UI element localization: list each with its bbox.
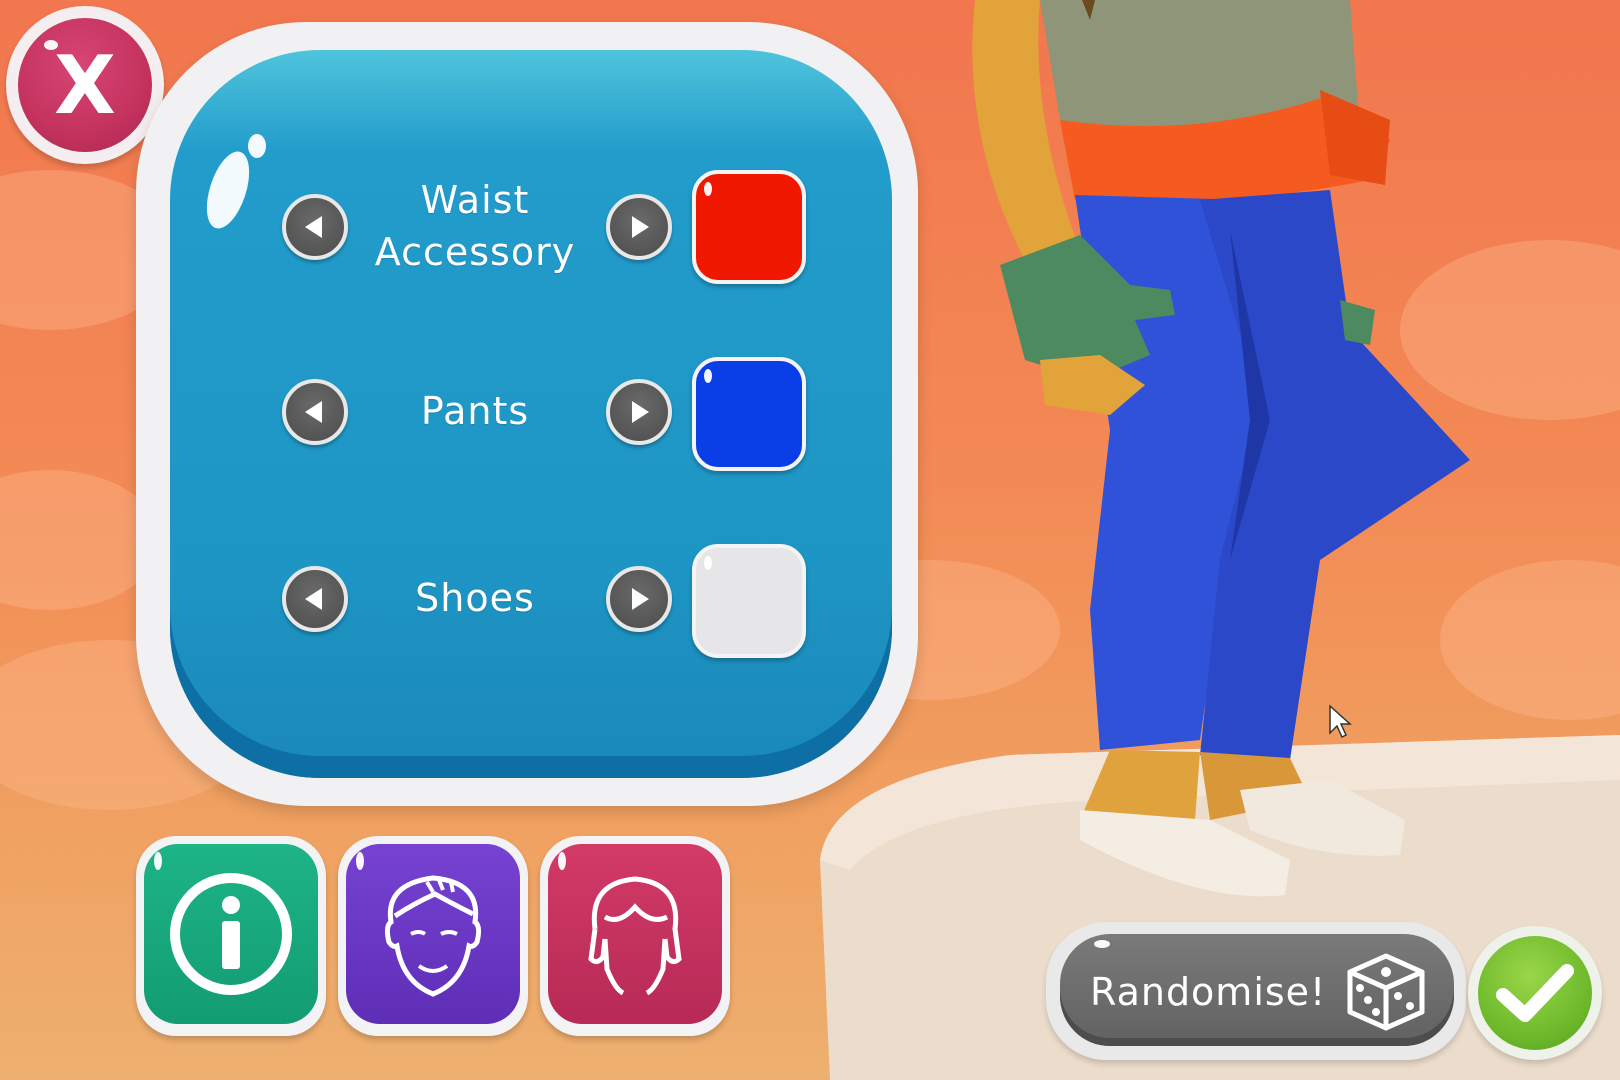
option-row-pants: Pants xyxy=(280,355,820,475)
pants-color-swatch[interactable] xyxy=(692,357,806,471)
hair-tab-button[interactable] xyxy=(540,836,730,1036)
option-label-line1: Waist xyxy=(420,178,530,222)
close-button-face[interactable]: X xyxy=(18,18,152,152)
arrow-left-icon xyxy=(305,588,322,610)
hair-tab-face[interactable] xyxy=(548,844,722,1024)
dice-icon xyxy=(1347,953,1425,1031)
close-icon: X xyxy=(54,38,116,132)
arrow-right-icon xyxy=(632,588,649,610)
shine-highlight xyxy=(1094,940,1110,948)
shine-highlight xyxy=(356,852,364,870)
shine-highlight xyxy=(558,852,566,870)
face-tab-face[interactable] xyxy=(346,844,520,1024)
arrow-left-icon xyxy=(305,216,322,238)
option-label-line2: Accessory xyxy=(374,230,576,274)
option-label: Waist Accessory xyxy=(360,174,590,278)
arrow-left-icon xyxy=(305,401,322,423)
close-button[interactable]: X xyxy=(6,6,164,164)
mouse-cursor xyxy=(1329,704,1352,739)
prev-waist-accessory-button[interactable] xyxy=(282,194,348,260)
shine-highlight xyxy=(704,556,712,570)
next-waist-accessory-button[interactable] xyxy=(606,194,672,260)
arrow-right-icon xyxy=(632,216,649,238)
shine-highlight xyxy=(704,182,712,196)
shine-highlight xyxy=(248,134,266,158)
prev-pants-button[interactable] xyxy=(282,379,348,445)
check-icon xyxy=(1496,964,1574,1022)
face-icon xyxy=(384,875,482,997)
waist-accessory-color-swatch[interactable] xyxy=(692,170,806,284)
next-pants-button[interactable] xyxy=(606,379,672,445)
info-tab-face[interactable] xyxy=(144,844,318,1024)
info-tab-button[interactable] xyxy=(136,836,326,1036)
option-label: Shoes xyxy=(415,576,535,620)
prev-shoes-button[interactable] xyxy=(282,566,348,632)
shine-highlight xyxy=(154,852,162,870)
option-row-waist-accessory: Waist Accessory xyxy=(280,170,820,290)
option-label: Pants xyxy=(420,389,530,433)
confirm-button-face[interactable] xyxy=(1478,936,1592,1050)
arrow-right-icon xyxy=(632,401,649,423)
shoes-color-swatch[interactable] xyxy=(692,544,806,658)
hair-icon xyxy=(588,876,682,996)
shine-highlight xyxy=(704,369,712,383)
face-tab-button[interactable] xyxy=(338,836,528,1036)
info-icon xyxy=(170,873,292,995)
glove-right xyxy=(1340,300,1375,345)
option-row-shoes: Shoes xyxy=(280,542,820,662)
next-shoes-button[interactable] xyxy=(606,566,672,632)
shine-highlight xyxy=(44,40,58,50)
randomise-label: Randomise! xyxy=(1090,970,1327,1014)
